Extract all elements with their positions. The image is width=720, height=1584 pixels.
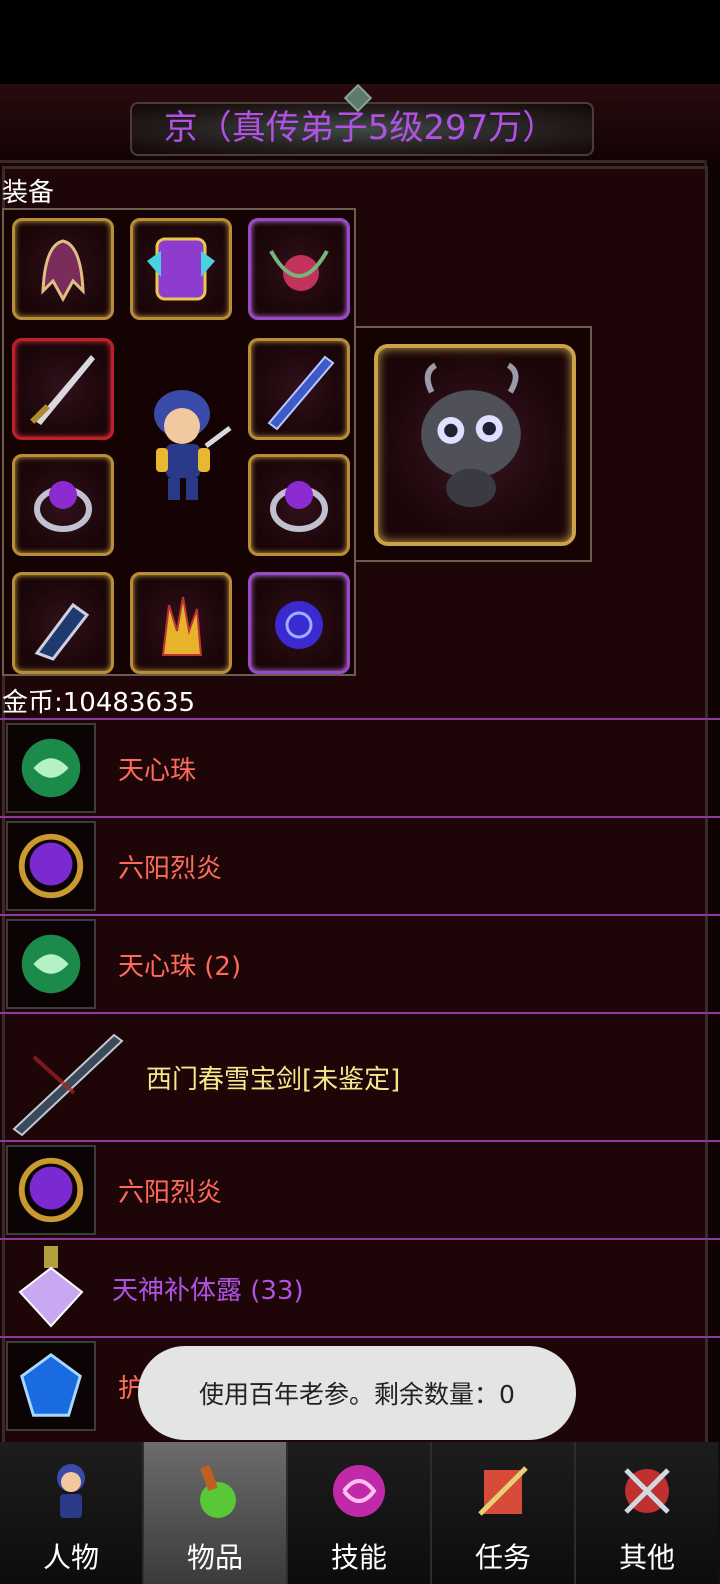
purple-gem-icon [18,1157,84,1223]
inventory-item[interactable]: 天心珠 (2) [0,914,720,1012]
belt-slot[interactable] [130,572,232,674]
potion-flask-icon [18,1246,84,1328]
crossed-swords-icon [624,1468,670,1514]
toast-message: 使用百年老参。剩余数量：0 [138,1346,576,1440]
tab-character[interactable]: 人物 [0,1442,144,1584]
tab-label: 其他 [618,1541,675,1574]
potion-bag-icon [200,1465,236,1518]
boots-icon [34,602,90,661]
quest-scroll-icon [478,1466,528,1516]
character-avatar [154,390,232,500]
item-name: 天神补体露 (33) [112,1275,304,1306]
offhand-slot[interactable] [248,338,350,440]
tab-skills[interactable]: 技能 [288,1442,432,1584]
boots-slot[interactable] [12,572,114,674]
ring-icon [270,481,328,532]
tab-label: 人物 [42,1541,99,1574]
tab-label: 任务 [474,1541,531,1574]
item-name: 天心珠 (2) [118,951,242,982]
item-icon-frame [6,723,96,813]
helmet-icon [41,239,85,303]
item-name: 六阳烈炎 [118,853,223,884]
tab-label: 技能 [330,1541,387,1574]
inventory-list: 天心珠 六阳烈炎 天心珠 (2) 西门春雪宝剑[未鉴定] 六阳烈炎 天神补体露 … [0,718,720,1434]
item-name: 天心珠 [118,755,197,786]
inventory-item[interactable]: 天心珠 [0,718,720,816]
tab-items[interactable]: 物品 [144,1442,288,1584]
sword-icon [12,1033,124,1137]
necklace-slot[interactable] [248,218,350,320]
item-icon-frame [6,1145,96,1235]
blue-crystal-icon [20,1352,82,1417]
pet-panel [354,326,592,562]
gold-amount: 金币:10483635 [2,688,196,718]
ring-icon [34,481,92,532]
necklace-icon [269,250,329,291]
ring-left-slot[interactable] [12,454,114,556]
page-title: 京（真传弟子5级297万） [163,108,557,148]
equipment-label: 装备 [2,178,55,208]
inventory-item[interactable]: 天神补体露 (33) [0,1238,720,1336]
item-icon-frame [6,821,96,911]
equipment-grid [2,208,356,676]
item-icon-frame [6,919,96,1009]
pet-creature-icon [421,362,521,508]
inventory-item[interactable]: 西门春雪宝剑[未鉴定] [0,1012,720,1140]
status-bar [0,0,720,84]
tab-other[interactable]: 其他 [576,1442,718,1584]
orb-icon [275,601,323,649]
bottom-tab-bar: 人物 物品 技能 任务 其他 [0,1442,720,1584]
blade-icon [267,355,335,431]
item-name: 西门春雪宝剑[未鉴定] [146,1064,401,1095]
charm-slot[interactable] [248,572,350,674]
character-icon [57,1464,85,1518]
inventory-item[interactable]: 六阳烈炎 [0,816,720,914]
item-icon-frame [6,1341,96,1431]
armor-slot[interactable] [130,218,232,320]
helmet-slot[interactable] [12,218,114,320]
sword-icon [30,355,95,425]
green-orb-icon [21,738,81,798]
green-orb-icon [21,934,81,994]
pet-slot[interactable] [374,344,576,546]
inventory-item[interactable]: 六阳烈炎 [0,1140,720,1238]
weapon-slot[interactable] [12,338,114,440]
tab-label: 物品 [186,1541,243,1574]
purple-gem-icon [18,833,84,899]
item-name: 六阳烈炎 [118,1177,223,1208]
tab-quests[interactable]: 任务 [432,1442,576,1584]
armor-icon [147,237,215,301]
ring-right-slot[interactable] [248,454,350,556]
skill-swirl-icon [333,1465,385,1517]
flame-icon [161,596,203,656]
